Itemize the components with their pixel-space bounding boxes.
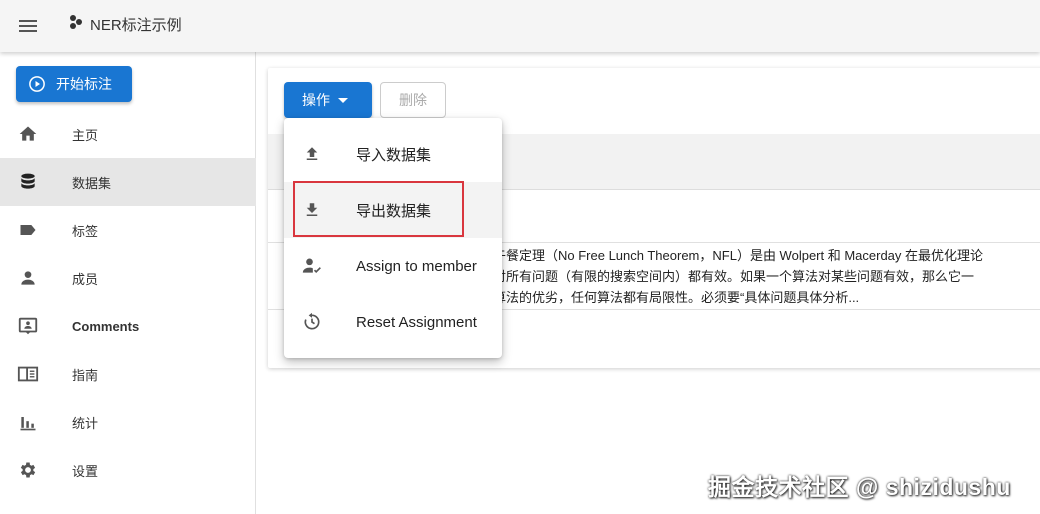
menu-item-label: Assign to member [356, 257, 477, 275]
menu-item-assign-to-member[interactable]: Assign to member [284, 238, 502, 294]
person-icon [16, 266, 40, 290]
sidebar-item-label: 设置 [72, 463, 99, 479]
chart-icon [16, 410, 40, 434]
menu-item-export-dataset[interactable]: 导出数据集 [284, 182, 502, 238]
menu-item-reset-assignment[interactable]: Reset Assignment [284, 294, 502, 350]
app-bar: NER标注示例 [0, 0, 1040, 52]
sidebar-item-label: 标签 [72, 223, 99, 239]
sidebar-item-labels[interactable]: 标签 [0, 206, 256, 254]
menu-item-label: 导入数据集 [356, 146, 432, 164]
sidebar-item-label: 成员 [72, 271, 99, 287]
play-circle-icon [29, 76, 45, 92]
menu-item-label: Reset Assignment [356, 313, 477, 331]
home-icon [16, 122, 40, 146]
table-row-text-line: 论算法的优劣，任何算法都有局限性。必须要“具体问题具体分析... [480, 290, 860, 305]
actions-label: 操作 [302, 92, 330, 108]
sidebar-item-stats[interactable]: 统计 [0, 398, 256, 446]
delete-button[interactable]: 删除 [380, 82, 446, 118]
upload-icon [302, 144, 322, 164]
sidebar-item-settings[interactable]: 设置 [0, 446, 256, 494]
sidebar-item-comments[interactable]: Comments [0, 302, 256, 350]
reset-icon [302, 312, 322, 332]
actions-button[interactable]: 操作 [284, 82, 372, 118]
watermark: 掘金技术社区 @ shizidushu [708, 474, 1011, 500]
sidebar-item-label: 指南 [72, 367, 99, 383]
sidebar-item-label: 主页 [72, 127, 99, 143]
menu-icon[interactable] [16, 14, 40, 38]
start-annotation-label: 开始标注 [56, 76, 112, 92]
database-icon [16, 170, 40, 194]
menu-item-import-dataset[interactable]: 导入数据集 [284, 126, 502, 182]
app-logo-icon [68, 14, 84, 30]
sidebar-nav: 主页 数据集 标签 成员 Comments 指南 统计 设置 [0, 110, 256, 494]
comment-icon [16, 314, 40, 338]
sidebar-item-label: 统计 [72, 415, 99, 431]
gear-icon [16, 458, 40, 482]
table-row-text-line: 法对所有问题（有限的搜索空间内）都有效。如果一个算法对某些问题有效，那么它一 [480, 269, 975, 284]
person-check-icon [302, 256, 322, 276]
sidebar-item-members[interactable]: 成员 [0, 254, 256, 302]
book-icon [16, 362, 40, 386]
sidebar-item-dataset[interactable]: 数据集 [0, 158, 256, 206]
app-title: NER标注示例 [90, 17, 182, 34]
sidebar-item-home[interactable]: 主页 [0, 110, 256, 158]
caret-down-icon [338, 97, 348, 103]
sidebar: 开始标注 主页 数据集 标签 成员 Comments 指南 统计 设置 [0, 52, 256, 514]
start-annotation-button[interactable]: 开始标注 [16, 66, 132, 102]
table-row-text-line: 费午餐定理（No Free Lunch Theorem，NFL）是由 Wolpe… [480, 248, 984, 263]
menu-item-label: 导出数据集 [356, 202, 432, 220]
label-icon [16, 218, 40, 242]
sidebar-item-label: Comments [72, 318, 140, 334]
sidebar-item-label: 数据集 [72, 175, 112, 191]
actions-dropdown-menu: 导入数据集 导出数据集 Assign to member Reset Assig… [284, 118, 502, 358]
download-icon [302, 200, 322, 220]
sidebar-item-guide[interactable]: 指南 [0, 350, 256, 398]
